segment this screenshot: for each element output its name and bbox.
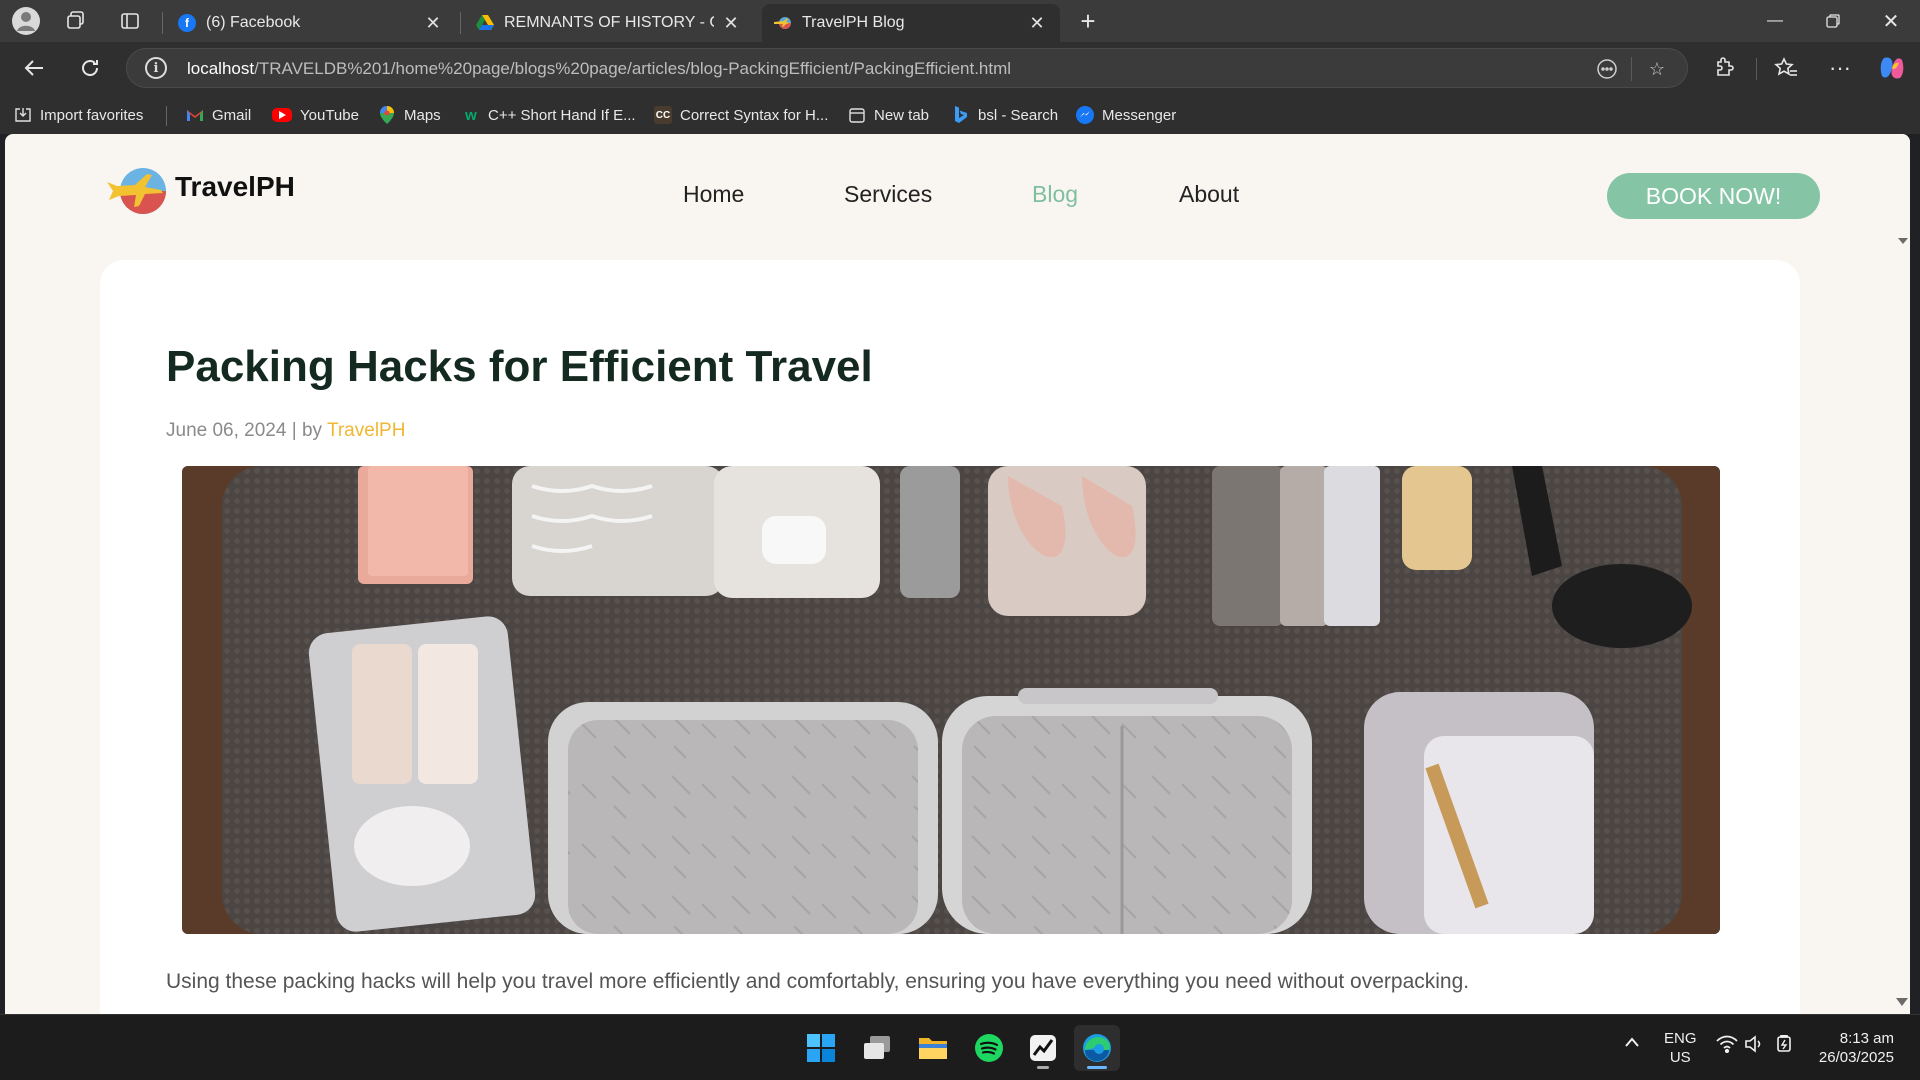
battery-charging-icon[interactable] [1774, 1034, 1796, 1058]
minimize-icon[interactable]: — [1750, 0, 1800, 42]
site-info-icon[interactable]: i [145, 57, 167, 79]
google-drive-icon [476, 14, 494, 32]
new-tab-icon[interactable]: + [1072, 5, 1104, 37]
nav-blog[interactable]: Blog [1032, 181, 1078, 208]
volume-icon[interactable] [1744, 1035, 1764, 1058]
vertical-tabs-icon[interactable] [114, 5, 146, 37]
url-text[interactable]: localhost/TRAVELDB%201/home%20page/blogs… [187, 59, 1011, 79]
nav-services[interactable]: Services [844, 181, 932, 208]
site-header: TravelPH Home Services Blog About BOOK N… [5, 134, 1895, 244]
refresh-icon[interactable] [72, 50, 108, 86]
facebook-icon: f [178, 14, 196, 32]
clock-date: 26/03/2025 [1818, 1049, 1894, 1066]
back-arrow-icon[interactable] [16, 50, 52, 86]
file-explorer-icon[interactable] [910, 1025, 956, 1071]
maps-icon [378, 106, 396, 124]
youtube-icon [272, 108, 292, 122]
bookmark-bsl-search[interactable]: bsl - Search [952, 104, 1058, 126]
cc-icon: CC [654, 106, 672, 124]
article-hero-image [182, 466, 1720, 934]
more-menu-icon[interactable]: ··· [1824, 52, 1856, 84]
workspaces-icon[interactable] [60, 5, 92, 37]
restore-icon[interactable] [1808, 0, 1858, 42]
bookmarks-bar: Import favorites Gmail YouTube Maps w C+… [0, 94, 1920, 134]
scroll-down-arrow-icon[interactable] [1896, 998, 1908, 1006]
bing-icon [952, 106, 970, 124]
tab-title: REMNANTS OF HISTORY - Google [504, 14, 714, 31]
close-tab-icon[interactable]: ✕ [422, 12, 444, 34]
book-now-button[interactable]: BOOK NOW! [1607, 173, 1820, 219]
nav-home[interactable]: Home [683, 181, 744, 208]
address-bar[interactable]: i localhost/TRAVELDB%201/home%20page/blo… [126, 48, 1688, 88]
tab-google-drive[interactable]: REMNANTS OF HISTORY - Google ✕ [464, 4, 754, 42]
windows-start-icon[interactable] [798, 1025, 844, 1071]
tab-travelph-blog[interactable]: TravelPH Blog ✕ [762, 4, 1060, 42]
edge-icon[interactable] [1074, 1025, 1120, 1071]
clock-time: 8:13 am [1839, 1030, 1894, 1047]
bookmark-gmail[interactable]: Gmail [186, 104, 251, 126]
tab-title: (6) Facebook [206, 14, 301, 31]
read-aloud-icon[interactable] [1595, 57, 1619, 81]
article-date: June 06, 2024 [166, 420, 287, 441]
language-indicator[interactable]: ENG US [1664, 1029, 1697, 1067]
browser-tab-bar: f (6) Facebook ✕ REMNANTS OF HISTORY - G… [0, 0, 1920, 42]
site-logo[interactable]: TravelPH [105, 166, 295, 216]
article-card: Packing Hacks for Efficient Travel June … [100, 260, 1800, 1014]
gmail-icon [186, 106, 204, 124]
import-icon [14, 106, 32, 124]
travelph-logo-icon [105, 166, 167, 216]
bookmark-correct-syntax[interactable]: CC Correct Syntax for H... [654, 104, 828, 126]
travelph-plane-icon [774, 14, 792, 32]
close-tab-icon[interactable]: ✕ [1026, 12, 1048, 34]
brand-name: TravelPH [175, 171, 295, 202]
show-hidden-icons-chevron-icon[interactable] [1624, 1035, 1640, 1053]
tab-title: TravelPH Blog [802, 14, 905, 31]
article-title: Packing Hacks for Efficient Travel [166, 342, 873, 391]
close-window-icon[interactable]: ✕ [1866, 0, 1916, 42]
favorite-star-icon[interactable]: ☆ [1645, 57, 1669, 81]
page-viewport: TravelPH Home Services Blog About BOOK N… [5, 134, 1910, 1014]
favorites-icon[interactable] [1770, 52, 1802, 84]
spotify-icon[interactable] [966, 1025, 1012, 1071]
bookmark-youtube[interactable]: YouTube [272, 104, 359, 126]
copilot-icon[interactable] [1876, 52, 1908, 84]
w3schools-icon: w [465, 106, 477, 124]
scroll-up-arrow-icon[interactable] [1898, 238, 1908, 244]
task-view-icon[interactable] [854, 1025, 900, 1071]
tab-facebook[interactable]: f (6) Facebook ✕ [166, 4, 456, 42]
browser-toolbar: i localhost/TRAVELDB%201/home%20page/blo… [0, 42, 1920, 94]
article-intro: Using these packing hacks will help you … [166, 970, 1470, 993]
bookmark-maps[interactable]: Maps [378, 104, 441, 126]
article-author[interactable]: TravelPH [327, 420, 405, 441]
bookmark-cpp-shorthand[interactable]: w C++ Short Hand If E... [462, 104, 635, 126]
page-scrollbar[interactable] [1895, 134, 1910, 1014]
newtab-icon [848, 106, 866, 124]
bookmark-new-tab[interactable]: New tab [848, 104, 929, 126]
clock[interactable]: 8:13 am 26/03/2025 [1814, 1029, 1894, 1067]
close-tab-icon[interactable]: ✕ [720, 12, 742, 34]
bookmark-import-favorites[interactable]: Import favorites [14, 104, 143, 126]
task-indicator [1087, 1066, 1107, 1069]
extensions-icon[interactable] [1708, 52, 1740, 84]
bookmark-messenger[interactable]: Messenger [1076, 104, 1176, 126]
messenger-icon [1076, 106, 1094, 124]
nav-about[interactable]: About [1179, 181, 1239, 208]
stocks-app-icon[interactable] [1020, 1025, 1066, 1071]
task-indicator [1037, 1066, 1049, 1069]
wifi-icon[interactable] [1716, 1035, 1738, 1058]
profile-avatar-icon[interactable] [10, 5, 42, 37]
article-meta: June 06, 2024 | by TravelPH [166, 420, 406, 441]
windows-taskbar: ENG US 8:13 am 26/03/2025 [0, 1014, 1920, 1080]
